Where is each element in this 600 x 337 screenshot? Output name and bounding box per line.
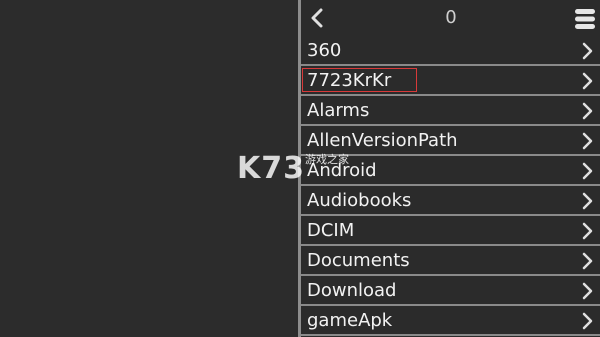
folder-row[interactable]: Alarms: [301, 96, 600, 126]
chevron-left-icon[interactable]: [309, 8, 325, 28]
folder-label: 360: [307, 40, 342, 61]
folder-label: gameApk: [307, 310, 393, 331]
chevron-right-icon: [582, 282, 594, 300]
folder-label: Audiobooks: [307, 190, 412, 211]
folder-row[interactable]: Documents: [301, 246, 600, 276]
folder-row[interactable]: 360: [301, 36, 600, 66]
folder-label: Alarms: [307, 100, 370, 121]
folder-list: 360 7723KrKr Alarms AllenVersionPath And…: [301, 36, 600, 336]
folder-row[interactable]: AllenVersionPath: [301, 126, 600, 156]
app-screen: 0 360 7723KrKr Alarms AllenVersionPath A…: [0, 0, 600, 337]
folder-label: Documents: [307, 250, 410, 271]
chevron-right-icon: [582, 72, 594, 90]
folder-row[interactable]: Android: [301, 156, 600, 186]
item-count: 0: [445, 7, 457, 28]
folder-row[interactable]: Audiobooks: [301, 186, 600, 216]
stack-menu-icon[interactable]: [574, 8, 596, 30]
folder-browser: 0 360 7723KrKr Alarms AllenVersionPath A…: [301, 0, 600, 337]
chevron-right-icon: [582, 312, 594, 330]
folder-label: DCIM: [307, 220, 355, 241]
folder-label: Download: [307, 280, 397, 301]
chevron-right-icon: [582, 252, 594, 270]
chevron-right-icon: [582, 102, 594, 120]
folder-row[interactable]: gameApk: [301, 306, 600, 336]
chevron-right-icon: [582, 222, 594, 240]
folder-label: Android: [307, 160, 377, 181]
folder-label: 7723KrKr: [307, 70, 392, 91]
folder-label: AllenVersionPath: [307, 130, 458, 151]
left-pane: [0, 0, 298, 337]
browser-header: 0: [301, 0, 600, 36]
folder-row[interactable]: Download: [301, 276, 600, 306]
chevron-right-icon: [582, 162, 594, 180]
chevron-right-icon: [582, 132, 594, 150]
folder-row-selected[interactable]: 7723KrKr: [301, 66, 600, 96]
chevron-right-icon: [582, 42, 594, 60]
folder-row[interactable]: DCIM: [301, 216, 600, 246]
chevron-right-icon: [582, 192, 594, 210]
